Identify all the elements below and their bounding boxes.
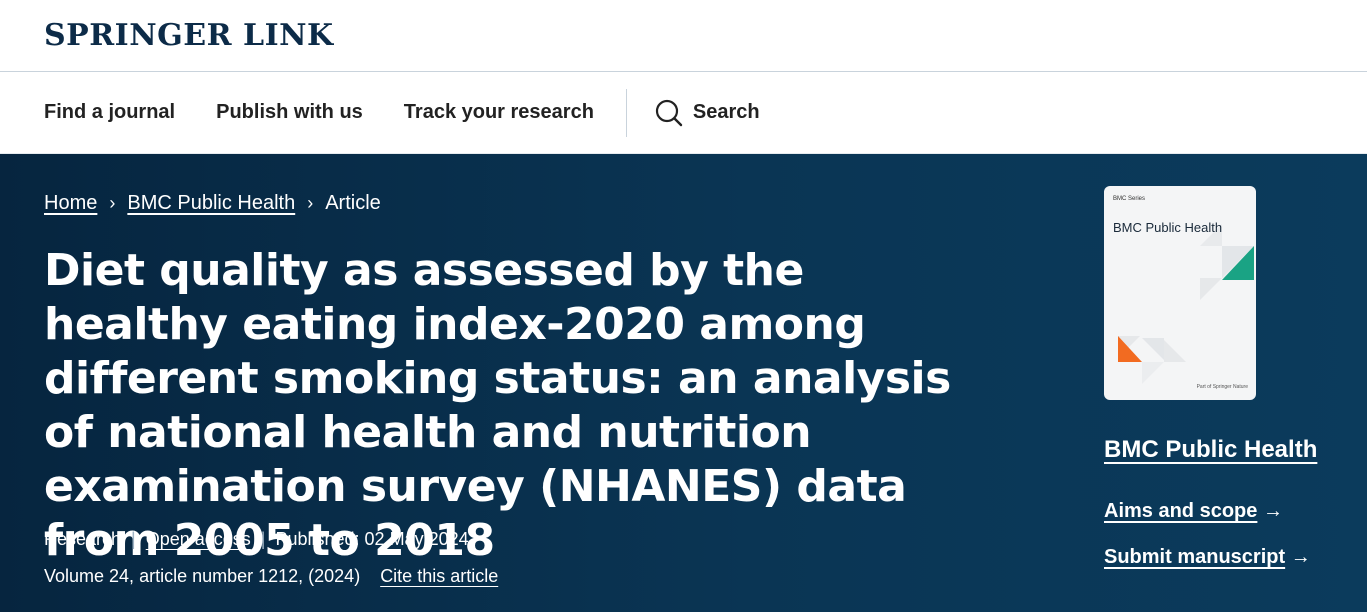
cite-article-link[interactable]: Cite this article [380, 566, 498, 587]
cover-series: BMC Series [1113, 196, 1146, 202]
aims-and-scope-link[interactable]: Aims and scope → [1104, 500, 1283, 523]
cover-pattern [1118, 224, 1254, 384]
breadcrumb-journal[interactable]: BMC Public Health [127, 192, 295, 215]
cover-publisher: Part of Springer Nature [1196, 384, 1248, 390]
article-meta: Research | Open access | Published: 02 M… [44, 529, 469, 550]
article-title: Diet quality as assessed by the healthy … [44, 245, 951, 566]
main-nav: Find a journal Publish with us Track you… [0, 72, 1367, 154]
journal-name-link[interactable]: BMC Public Health [1104, 436, 1317, 464]
article-type: Research [44, 529, 122, 549]
top-header: SPRINGER LINK [0, 0, 1367, 72]
submit-label: Submit manuscript [1104, 546, 1286, 568]
article-hero: Home › BMC Public Health › Article Diet … [0, 154, 1367, 612]
search-label: Search [692, 101, 760, 123]
search-icon [655, 99, 683, 126]
breadcrumb-current: Article [325, 192, 381, 214]
nav-find-journal[interactable]: Find a journal [44, 101, 175, 124]
published-date: Published: 02 May 2024 [275, 529, 469, 549]
divider: | [131, 529, 136, 549]
logo-part-2: LINK [242, 18, 334, 53]
breadcrumb-home[interactable]: Home [44, 192, 97, 215]
nav-track-research[interactable]: Track your research [404, 101, 594, 124]
open-access-link[interactable]: Open access [146, 529, 251, 550]
submit-manuscript-link[interactable]: Submit manuscript → [1104, 546, 1311, 569]
search-button[interactable]: Search [655, 99, 760, 127]
chevron-right-icon: › [307, 193, 314, 213]
volume-info: Volume 24, article number 1212, (2024) [44, 566, 361, 586]
cover-title: BMC Public Health [1113, 220, 1223, 235]
article-citation-info: Volume 24, article number 1212, (2024) C… [44, 566, 498, 587]
chevron-right-icon: › [109, 193, 116, 213]
nav-publish-with-us[interactable]: Publish with us [216, 101, 363, 124]
breadcrumb: Home › BMC Public Health › Article [44, 192, 381, 215]
springer-link-logo[interactable]: SPRINGER LINK [44, 18, 334, 53]
logo-part-1: SPRINGER [44, 18, 233, 53]
journal-cover[interactable]: BMC Series BMC Public Health Part of Spr… [1104, 186, 1256, 400]
arrow-right-icon: → [1262, 500, 1283, 522]
aims-label: Aims and scope [1104, 500, 1258, 522]
divider: | [260, 529, 266, 549]
nav-divider [625, 88, 627, 137]
arrow-right-icon: → [1290, 546, 1311, 568]
